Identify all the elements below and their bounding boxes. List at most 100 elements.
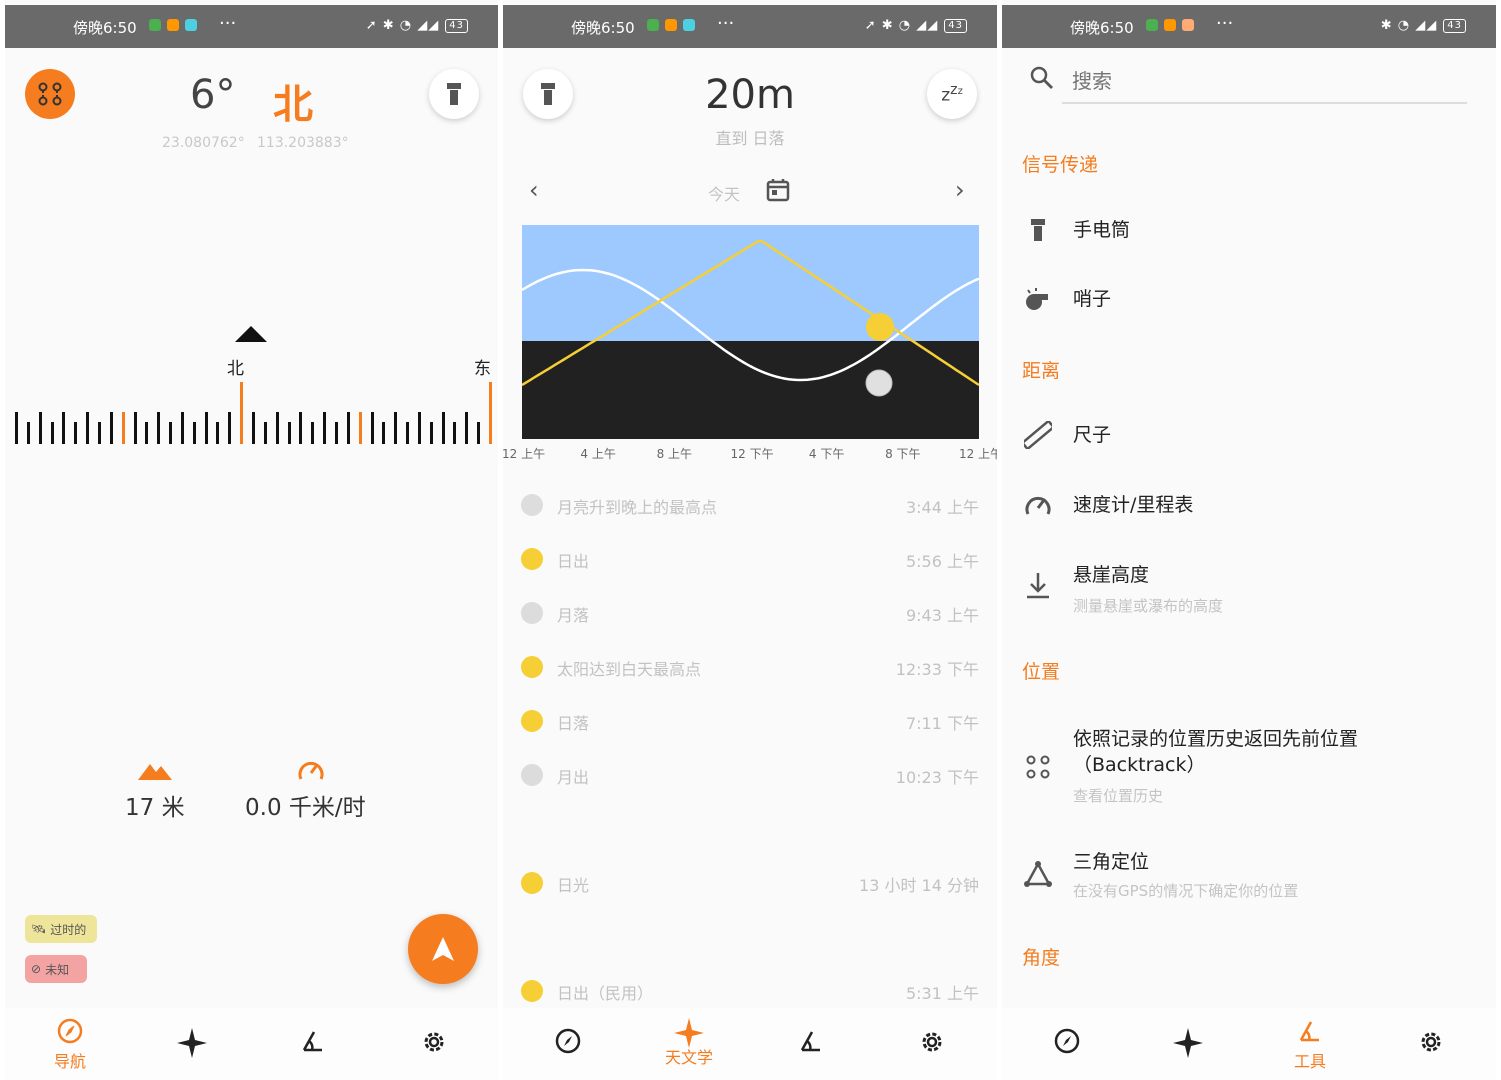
daylight-label: 日光 <box>557 876 590 895</box>
civil-sunrise-label: 日出（民用） <box>557 984 654 1003</box>
status-bar: 傍晚6:50 ··· ✱ ◔ ◢◢ 43 <box>1002 5 1496 48</box>
section-distance: 距离 <box>1022 360 1061 382</box>
event-name: 太阳达到白天最高点 <box>557 660 702 679</box>
compass-tick <box>429 422 433 444</box>
tab-astronomy[interactable] <box>1148 1028 1228 1062</box>
sun-marker <box>866 313 894 341</box>
more-dots-icon: ··· <box>717 13 735 34</box>
speed-value: 0.0 千米/时 <box>245 795 366 821</box>
compass-status-badge[interactable]: ⊘ 未知 <box>25 955 87 983</box>
compass-tick <box>228 412 232 444</box>
status-right: ➚ ✱ ◔ ◢◢ 43 <box>366 18 468 33</box>
longitude: 113.203883° <box>257 135 349 151</box>
tab-tools[interactable] <box>273 1028 353 1058</box>
compass-ruler[interactable] <box>5 376 498 444</box>
day-label: 今天 <box>708 185 741 204</box>
event-time: 12:33 下午 <box>895 660 979 679</box>
prev-day-button[interactable]: ‹ <box>529 176 539 204</box>
bottom-navigation: 导航 <box>5 1008 498 1080</box>
tab-tools[interactable]: 工具 <box>1270 1018 1350 1072</box>
compass-tick <box>157 412 161 444</box>
compass-tick <box>299 412 303 444</box>
compass-tick <box>145 422 149 444</box>
time-axis-label: 8 上午 <box>656 447 693 461</box>
ruler-icon <box>1022 419 1054 451</box>
event-time: 10:23 下午 <box>895 768 979 787</box>
tab-settings[interactable] <box>1391 1028 1471 1060</box>
section-signal: 信号传递 <box>1022 154 1099 176</box>
mountain-icon <box>138 764 172 780</box>
tab-settings[interactable] <box>892 1028 972 1060</box>
status-right: ➚ ✱ ◔ ◢◢ 43 <box>865 18 967 33</box>
flashlight-icon <box>447 83 461 105</box>
compass-pointer-icon <box>235 326 267 342</box>
status-bar: 傍晚6:50 ··· ➚ ✱ ◔ ◢◢ 43 <box>503 5 997 48</box>
shield-icon <box>149 19 161 31</box>
calendar-icon[interactable] <box>766 178 790 202</box>
tab-tools[interactable] <box>771 1028 851 1058</box>
gps-status-text: 过时的 <box>50 922 87 937</box>
sleep-icon: zzz <box>941 82 963 106</box>
compass-tick <box>15 412 18 444</box>
event-name: 日落 <box>557 714 590 733</box>
next-day-button[interactable]: › <box>955 176 965 204</box>
tab-astronomy[interactable] <box>152 1028 232 1062</box>
tab-navigation[interactable]: 导航 <box>30 1018 110 1072</box>
countdown-label: 直到 日落 <box>715 129 785 148</box>
tool-flashlight-label: 手电筒 <box>1073 219 1131 241</box>
compass-tick <box>489 382 492 444</box>
compass-tick <box>465 412 469 444</box>
tab-settings[interactable] <box>394 1028 474 1060</box>
sun-moon-altitude-chart <box>522 225 979 439</box>
message-icon <box>167 19 179 31</box>
event-time: 3:44 上午 <box>905 498 979 517</box>
signal-icons: ➚ ✱ ◔ ◢◢ <box>864 18 939 33</box>
time-axis: 12 上午 4 上午 8 上午 12 下午 4 下午 8 下午 12 上午 <box>503 445 997 463</box>
speedometer-icon <box>1022 489 1054 521</box>
compass-tick <box>216 422 220 444</box>
flashlight-button[interactable] <box>429 69 479 119</box>
compass-icon <box>1054 1028 1080 1054</box>
altitude-value: 17 米 <box>125 795 185 821</box>
event-row: 月落 9:43 上午 <box>521 599 979 629</box>
event-row: 日落 7:11 下午 <box>521 707 979 737</box>
flashlight-icon <box>1022 214 1054 246</box>
event-row: 月亮升到晚上的最高点 3:44 上午 <box>521 491 979 521</box>
tab-tools-label: 工具 <box>1293 1052 1326 1071</box>
compass-tick <box>169 422 172 444</box>
satellite-icon: 🛰 <box>31 922 47 936</box>
navigation-screen: 傍晚6:50 ··· ➚ ✱ ◔ ◢◢ 43 6° 北 23.080762° 1… <box>5 0 498 1080</box>
compass-tick <box>180 412 184 444</box>
compass-tick <box>121 412 125 444</box>
compass-tick <box>453 422 457 444</box>
time-axis-label: 12 下午 <box>730 447 774 461</box>
sleep-button[interactable]: zzz <box>927 69 977 119</box>
compass-tick <box>98 422 101 444</box>
tab-navigation[interactable] <box>1027 1028 1107 1058</box>
app-icon <box>185 19 197 31</box>
navigate-fab[interactable] <box>408 914 478 984</box>
battery-icon: 43 <box>1443 18 1466 33</box>
sparkle-icon <box>177 1028 207 1058</box>
backtrack-button[interactable] <box>25 69 75 119</box>
compass-tick <box>38 412 42 444</box>
tool-ruler-label: 尺子 <box>1073 424 1112 446</box>
compass-tick <box>334 422 338 444</box>
compass-tick <box>382 422 386 444</box>
angle-icon <box>1299 1021 1319 1042</box>
tools-screen: 傍晚6:50 ··· ✱ ◔ ◢◢ 43 信号传递 手电筒 哨子 距离 尺子 速… <box>1002 0 1496 1080</box>
time-axis-label: 12 上午 <box>959 447 997 461</box>
gps-status-badge[interactable]: 🛰 过时的 <box>25 915 97 943</box>
battery-icon: 43 <box>445 18 468 33</box>
tab-navigation[interactable] <box>528 1028 608 1058</box>
sun-noon-icon <box>521 656 543 678</box>
heading-direction: 北 <box>273 82 313 128</box>
time-axis-label: 12 上午 <box>503 447 546 461</box>
search-input[interactable] <box>1062 60 1467 104</box>
status-time: 傍晚6:50 <box>73 19 137 37</box>
moonrise-icon <box>521 764 543 786</box>
tool-cliff-height-label: 悬崖高度 <box>1073 564 1150 586</box>
tool-whistle-label: 哨子 <box>1073 288 1112 310</box>
tab-astronomy[interactable]: 天文学 <box>649 1018 729 1068</box>
angle-icon <box>302 1031 322 1052</box>
